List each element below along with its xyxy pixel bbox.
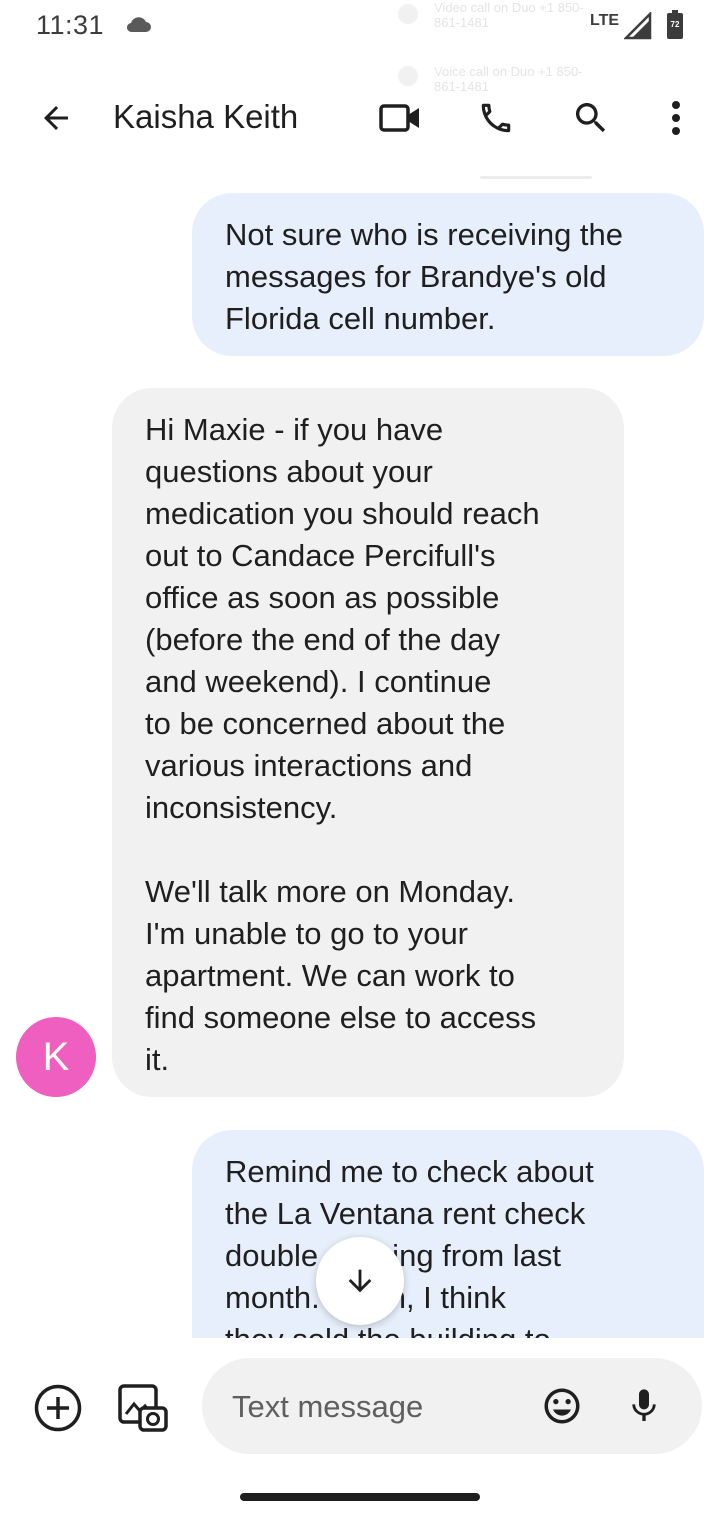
contact-name[interactable]: Kaisha Keith <box>113 98 298 136</box>
signal-icon <box>622 10 652 45</box>
back-arrow-icon[interactable] <box>30 94 82 142</box>
more-vert-icon[interactable] <box>656 94 696 142</box>
video-call-notice: Video call on Duo +1 850-861-1481 <box>434 0 584 30</box>
arrow-down-icon <box>343 1264 377 1298</box>
network-label: LTE <box>590 12 620 29</box>
avatar[interactable]: K <box>16 1017 96 1097</box>
video-call-icon[interactable] <box>374 94 426 142</box>
status-bar: 11:31 LTE 72 <box>0 0 720 56</box>
gallery-icon[interactable] <box>114 1380 170 1436</box>
message-bubble-incoming[interactable]: Hi Maxie - if you have questions about y… <box>112 388 624 1097</box>
message-bubble-outgoing[interactable]: Not sure who is receiving the messages f… <box>192 193 704 356</box>
add-icon[interactable] <box>32 1382 84 1434</box>
message-placeholder: Text message <box>232 1389 424 1424</box>
cloud-icon <box>124 14 152 39</box>
scroll-handle <box>480 176 592 179</box>
search-icon[interactable] <box>565 94 617 142</box>
phone-icon[interactable] <box>470 94 522 142</box>
battery-icon: 72 <box>666 10 684 40</box>
video-notice-icon <box>398 4 418 24</box>
scroll-to-bottom-button[interactable] <box>316 1237 404 1325</box>
status-time: 11:31 <box>36 10 105 40</box>
message-input[interactable]: Text message <box>202 1358 702 1454</box>
mic-icon[interactable] <box>622 1384 666 1428</box>
app-bar: Kaisha Keith <box>0 80 720 156</box>
battery-level: 72 <box>670 20 680 29</box>
emoji-icon[interactable] <box>538 1384 586 1428</box>
navigation-handle[interactable] <box>240 1493 480 1501</box>
